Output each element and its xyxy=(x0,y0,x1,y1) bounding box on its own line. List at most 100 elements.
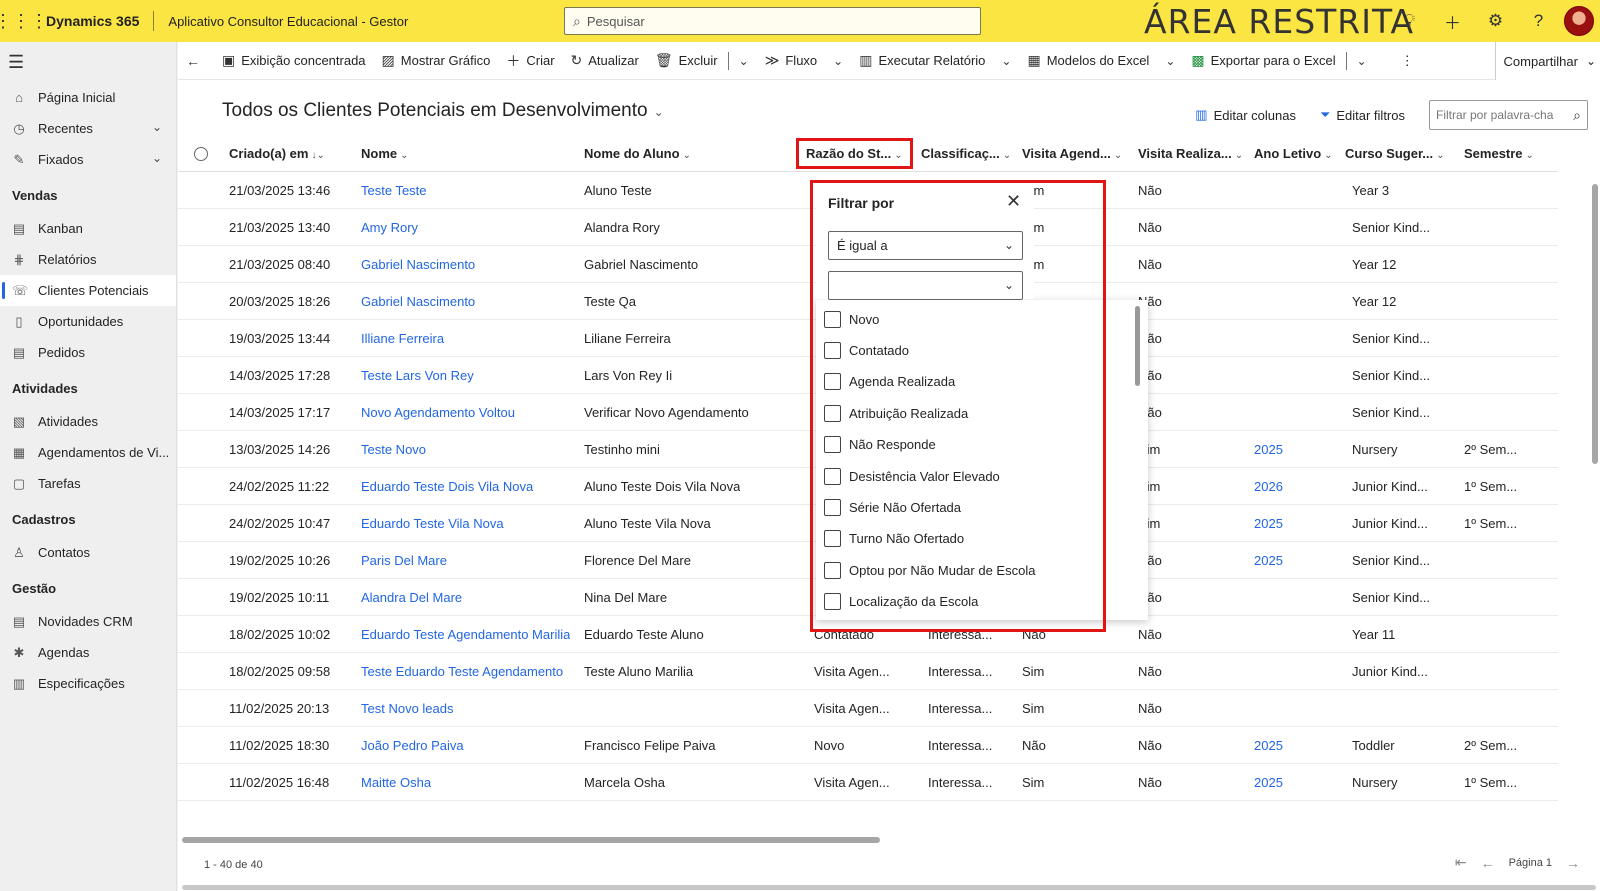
cell-school-year[interactable]: 2026 xyxy=(1254,468,1283,505)
cell-name[interactable]: Paris Del Mare xyxy=(361,542,447,579)
options-scrollbar[interactable] xyxy=(1135,306,1140,386)
cell-name[interactable]: Teste Teste xyxy=(361,172,427,209)
column-header-name[interactable]: Nome ⌄ xyxy=(361,136,409,172)
clock-icon: ◷ xyxy=(13,120,25,136)
sidebar-item-activities[interactable]: ▧ Atividades xyxy=(0,406,176,437)
column-header-visit-scheduled[interactable]: Visita Agend... ⌄ xyxy=(1022,136,1122,172)
app-launcher-icon[interactable]: ⋮⋮⋮ xyxy=(0,0,48,42)
cell-name[interactable]: Illiane Ferreira xyxy=(361,320,444,357)
run-report-button[interactable]: ▥ Executar Relatório xyxy=(851,42,993,80)
table-row[interactable]: 18/02/2025 09:58 Teste Eduardo Teste Agen… xyxy=(178,653,1558,690)
filter-value-select[interactable]: ⌄ xyxy=(828,271,1023,300)
cell-name[interactable]: Eduardo Teste Dois Vila Nova xyxy=(361,468,533,505)
cell-name[interactable]: Teste Eduardo Teste Agendamento xyxy=(361,653,563,690)
select-all-checkbox[interactable] xyxy=(194,147,208,161)
column-header-school-year[interactable]: Ano Letivo ⌄ xyxy=(1254,136,1333,172)
filter-operator-value: É igual a xyxy=(837,238,888,253)
sidebar-item-home[interactable]: ⌂ Página Inicial xyxy=(0,82,176,113)
sidebar-item-leads[interactable]: ☏ Clientes Potenciais xyxy=(0,275,176,306)
cell-name[interactable]: Novo Agendamento Voltou xyxy=(361,394,515,431)
chevron-down-icon[interactable]: ⌄ xyxy=(152,151,162,165)
edit-columns-button[interactable]: ▥ Editar colunas xyxy=(1195,107,1296,123)
first-page-icon[interactable]: ⇤ xyxy=(1455,854,1467,871)
avatar[interactable] xyxy=(1564,6,1594,36)
export-excel-button[interactable]: ▩ Exportar para o Excel xyxy=(1183,42,1343,80)
column-header-visit-done[interactable]: Visita Realiza... ⌄ xyxy=(1138,136,1243,172)
column-header-rating[interactable]: Classificaç... ⌄ xyxy=(921,136,1011,172)
create-button[interactable]: ＋ Criar xyxy=(498,42,562,80)
column-header-semester[interactable]: Semestre ⌄ xyxy=(1464,136,1534,172)
sidebar-item-reports[interactable]: ⋕ Relatórios xyxy=(0,244,176,275)
table-row[interactable]: 11/02/2025 16:48 Maitte Osha Marcela Osha V… xyxy=(178,764,1558,801)
table-row[interactable]: 11/02/2025 18:30 João Pedro Paiva Francisc… xyxy=(178,727,1558,764)
close-icon[interactable]: ✕ xyxy=(1006,191,1021,212)
app-name[interactable]: Aplicativo Consultor Educacional - Gesto… xyxy=(168,14,408,29)
sidebar-item-opportunities[interactable]: ▯ Oportunidades xyxy=(0,306,176,337)
lightbulb-icon[interactable]: 💡︎ xyxy=(1388,11,1431,31)
column-header-student-name[interactable]: Nome do Aluno ⌄ xyxy=(584,136,691,172)
focused-view-button[interactable]: ▣ Exibição concentrada xyxy=(214,42,374,80)
cell-name[interactable]: João Pedro Paiva xyxy=(361,727,464,764)
column-header-created[interactable]: Criado(a) em ↓⌄ xyxy=(229,136,325,172)
refresh-button[interactable]: ↻ Atualizar xyxy=(563,42,647,80)
cell-name[interactable]: Gabriel Nascimento xyxy=(361,283,475,320)
cell-name[interactable]: Test Novo leads xyxy=(361,690,454,727)
column-label: Curso Suger... xyxy=(1345,146,1434,161)
next-page-icon[interactable]: → xyxy=(1566,855,1580,871)
show-chart-button[interactable]: ▨ Mostrar Gráfico xyxy=(374,42,499,80)
sidebar-item-kanban[interactable]: ▤ Kanban xyxy=(0,213,176,244)
sidebar-item-orders[interactable]: ▤ Pedidos xyxy=(0,337,176,368)
column-header-suggested-course[interactable]: Curso Suger... ⌄ xyxy=(1345,136,1445,172)
sidebar-item-pinned[interactable]: ✎ Fixados ⌄ xyxy=(0,144,176,175)
chevron-down-icon[interactable]: ⌄ xyxy=(993,54,1019,68)
page-scrollbar[interactable] xyxy=(182,885,1596,890)
gear-icon[interactable]: ⚙ xyxy=(1474,11,1517,31)
cell-school-year[interactable]: 2025 xyxy=(1254,727,1283,764)
sidebar-item-news[interactable]: ▤ Novidades CRM xyxy=(0,606,176,637)
brand-name[interactable]: Dynamics 365 xyxy=(42,13,139,29)
hamburger-menu-icon[interactable]: ☰ xyxy=(0,42,176,82)
sidebar-item-visits[interactable]: ▦ Agendamentos de Vi... xyxy=(0,437,176,468)
excel-templates-button[interactable]: ▦ Modelos do Excel xyxy=(1019,42,1157,80)
table-row[interactable]: 11/02/2025 20:13 Test Novo leads Visita Ag… xyxy=(178,690,1558,727)
view-selector[interactable]: Todos os Clientes Potenciais em Desenvol… xyxy=(222,100,664,122)
horizontal-scrollbar[interactable] xyxy=(182,837,880,843)
sidebar-item-recent[interactable]: ◷ Recentes ⌄ xyxy=(0,113,176,144)
flow-button[interactable]: ≫ Fluxo xyxy=(757,42,825,80)
share-button[interactable]: Compartilhar ⌄ xyxy=(1494,42,1600,80)
vertical-scrollbar[interactable] xyxy=(1592,184,1598,464)
chevron-down-icon[interactable]: ⌄ xyxy=(731,54,757,68)
sidebar-item-tasks[interactable]: ▢ Tarefas xyxy=(0,468,176,499)
delete-button[interactable]: 🗑︎ Excluir xyxy=(647,42,726,80)
chevron-down-icon[interactable]: ⌄ xyxy=(152,120,162,134)
filter-operator-select[interactable]: É igual a ⌄ xyxy=(828,231,1023,260)
cell-name[interactable]: Alandra Del Mare xyxy=(361,579,462,616)
edit-filters-button[interactable]: ⏷ Editar filtros xyxy=(1320,107,1405,123)
cell-name[interactable]: Eduardo Teste Vila Nova xyxy=(361,505,504,542)
cell-school-year[interactable]: 2025 xyxy=(1254,542,1283,579)
chevron-down-icon[interactable]: ⌄ xyxy=(1349,54,1375,68)
cell-name[interactable]: Eduardo Teste Agendamento Marilia xyxy=(361,616,570,653)
column-header-status-reason[interactable]: Razão do St... ⌄ xyxy=(796,138,913,169)
search-icon[interactable]: ⌕ xyxy=(1573,107,1581,124)
cell-name[interactable]: Maitte Osha xyxy=(361,764,431,801)
search-input[interactable]: ⌕ Pesquisar xyxy=(564,7,981,35)
sidebar-item-agendas[interactable]: ✱ Agendas xyxy=(0,637,176,668)
cell-name[interactable]: Amy Rory xyxy=(361,209,418,246)
back-button[interactable]: ← xyxy=(178,42,214,80)
cell-school-year[interactable]: 2025 xyxy=(1254,431,1283,468)
chevron-down-icon[interactable]: ⌄ xyxy=(1157,54,1183,68)
sidebar-item-contacts[interactable]: ♙ Contatos xyxy=(0,537,176,568)
more-options-icon[interactable]: ⋮ xyxy=(1393,42,1422,80)
cell-school-year[interactable]: 2025 xyxy=(1254,764,1283,801)
sidebar-item-specs[interactable]: ▥ Especificações xyxy=(0,668,176,699)
cell-name[interactable]: Gabriel Nascimento xyxy=(361,246,475,283)
cell-school-year[interactable]: 2025 xyxy=(1254,505,1283,542)
cell-name[interactable]: Teste Novo xyxy=(361,431,426,468)
previous-page-icon[interactable]: ← xyxy=(1481,855,1495,871)
cell-name[interactable]: Teste Lars Von Rey xyxy=(361,357,474,394)
keyword-filter-input[interactable]: Filtrar por palavra-cha ⌕ xyxy=(1429,100,1588,130)
chevron-down-icon[interactable]: ⌄ xyxy=(825,54,851,68)
help-icon[interactable]: ? xyxy=(1517,11,1560,31)
plus-icon[interactable]: ＋ xyxy=(1431,9,1474,34)
